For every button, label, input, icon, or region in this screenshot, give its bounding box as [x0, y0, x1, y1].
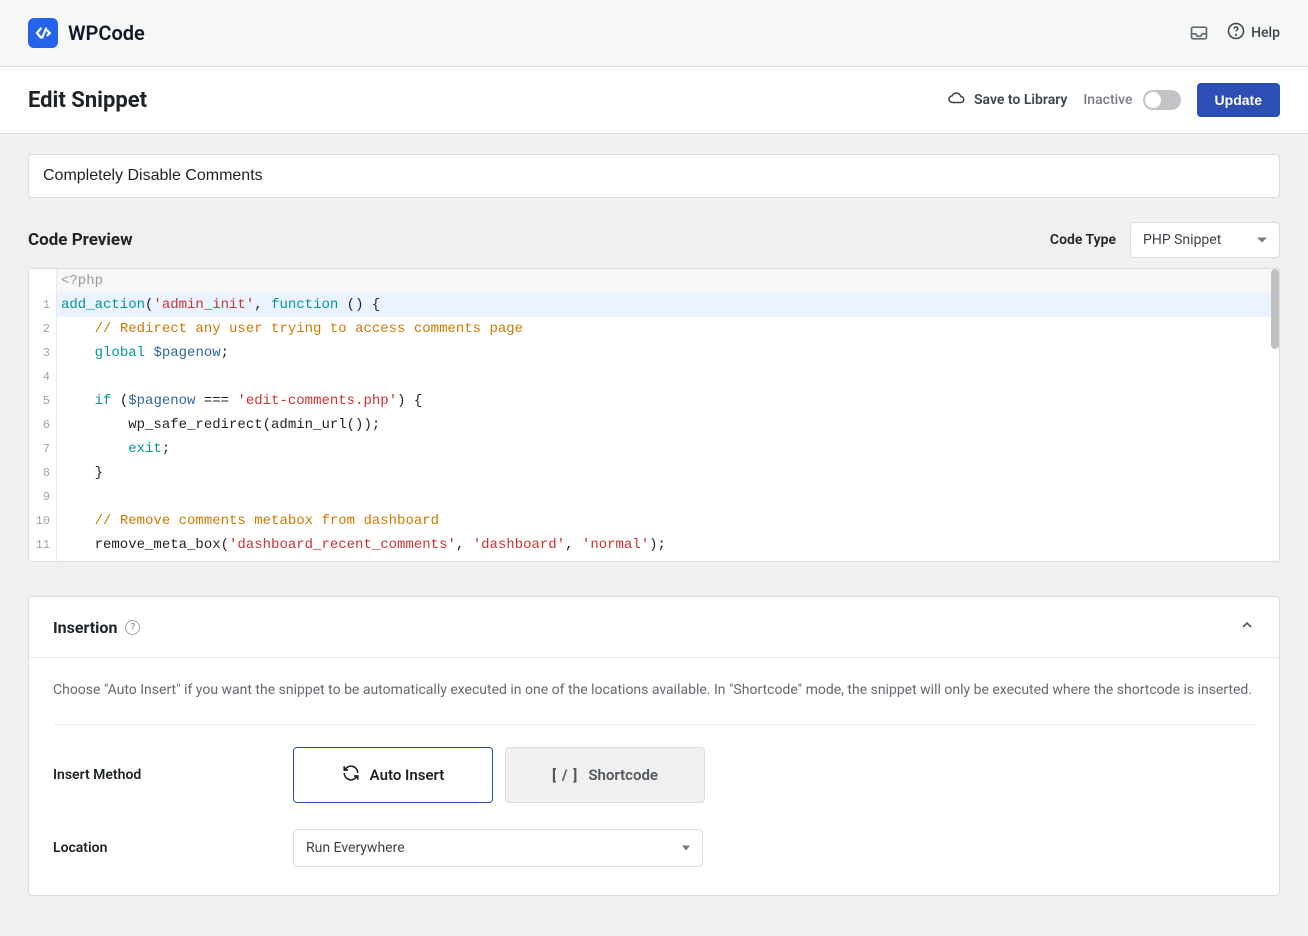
insert-method-options: Auto Insert [ / ] Shortcode: [293, 747, 705, 803]
shortcode-label: Shortcode: [588, 766, 658, 784]
active-toggle[interactable]: [1143, 90, 1181, 110]
code-line[interactable]: global $pagenow;: [57, 341, 1271, 365]
code-preview-label: Code Preview: [28, 230, 133, 250]
location-label: Location: [53, 840, 293, 856]
line-number: 9: [29, 485, 56, 509]
logo[interactable]: WPCode: [28, 18, 145, 48]
cloud-icon: [948, 89, 966, 111]
line-number: 2: [29, 317, 56, 341]
scrollbar-thumb[interactable]: [1271, 269, 1279, 349]
code-line[interactable]: add_action('admin_init', function () {: [57, 293, 1271, 317]
code-line[interactable]: // Redirect any user trying to access co…: [57, 317, 1271, 341]
help-label: Help: [1251, 25, 1280, 41]
line-number: [29, 269, 56, 293]
inbox-icon[interactable]: [1189, 23, 1209, 43]
refresh-icon: [342, 764, 360, 786]
status-toggle-group: Inactive: [1083, 90, 1180, 110]
snippet-title-input[interactable]: [28, 154, 1280, 198]
code-line[interactable]: remove_meta_box('dashboard_recent_commen…: [57, 533, 1271, 557]
shortcode-icon: [ / ]: [552, 766, 578, 784]
code-line[interactable]: wp_safe_redirect(admin_url());: [57, 413, 1271, 437]
auto-insert-button[interactable]: Auto Insert: [293, 747, 493, 803]
insertion-header[interactable]: Insertion ?: [29, 597, 1279, 658]
update-button[interactable]: Update: [1197, 83, 1280, 117]
help-tooltip-icon[interactable]: ?: [125, 620, 140, 635]
help-link[interactable]: Help: [1227, 22, 1280, 44]
divider: [53, 724, 1255, 725]
line-number: 6: [29, 413, 56, 437]
code-type-label: Code Type: [1050, 232, 1116, 248]
sub-actions: Save to Library Inactive Update: [948, 83, 1280, 117]
line-number: 5: [29, 389, 56, 413]
code-type-value: PHP Snippet: [1143, 232, 1221, 248]
insertion-body: Choose "Auto Insert" if you want the sni…: [29, 658, 1279, 895]
code-line[interactable]: }: [57, 461, 1271, 485]
top-header: WPCode Help: [0, 0, 1308, 67]
code-section: Code Preview Code Type PHP Snippet 12345…: [28, 222, 1280, 562]
insert-method-label: Insert Method: [53, 767, 293, 783]
code-line[interactable]: exit;: [57, 437, 1271, 461]
line-number: 4: [29, 365, 56, 389]
shortcode-button[interactable]: [ / ] Shortcode: [505, 747, 705, 803]
code-line[interactable]: [57, 365, 1271, 389]
location-value: Run Everywhere: [306, 840, 405, 856]
insertion-panel: Insertion ? Choose "Auto Insert" if you …: [28, 596, 1280, 896]
code-type-group: Code Type PHP Snippet: [1050, 222, 1280, 258]
code-line[interactable]: [57, 485, 1271, 509]
line-number: 8: [29, 461, 56, 485]
location-row: Location Run Everywhere: [53, 829, 1255, 867]
status-label: Inactive: [1083, 92, 1132, 108]
code-line[interactable]: <?php: [57, 269, 1271, 293]
code-type-select[interactable]: PHP Snippet: [1130, 222, 1280, 258]
line-number: 7: [29, 437, 56, 461]
toggle-knob: [1145, 92, 1161, 108]
insert-method-row: Insert Method Auto Insert [ / ] Shortcod…: [53, 747, 1255, 803]
code-gutter: 1234567891011: [29, 269, 57, 561]
page-title: Edit Snippet: [28, 88, 147, 113]
chevron-up-icon[interactable]: [1239, 617, 1255, 637]
sub-header: Edit Snippet Save to Library Inactive Up…: [0, 67, 1308, 134]
code-header: Code Preview Code Type PHP Snippet: [28, 222, 1280, 258]
insertion-title-wrap: Insertion ?: [53, 618, 140, 637]
save-to-library-label: Save to Library: [974, 92, 1067, 108]
line-number: 11: [29, 533, 56, 557]
line-number: 1: [29, 293, 56, 317]
code-line[interactable]: // Remove comments metabox from dashboar…: [57, 509, 1271, 533]
logo-text: WPCode: [68, 21, 145, 45]
top-right-actions: Help: [1189, 22, 1280, 44]
logo-icon: [28, 18, 58, 48]
code-line[interactable]: if ($pagenow === 'edit-comments.php') {: [57, 389, 1271, 413]
line-number: 10: [29, 509, 56, 533]
line-number: 3: [29, 341, 56, 365]
insertion-description: Choose "Auto Insert" if you want the sni…: [53, 680, 1255, 702]
auto-insert-label: Auto Insert: [370, 766, 445, 784]
code-editor[interactable]: 1234567891011 <?phpadd_action('admin_ini…: [28, 268, 1280, 562]
content: Code Preview Code Type PHP Snippet 12345…: [0, 134, 1308, 936]
save-to-library-button[interactable]: Save to Library: [948, 89, 1067, 111]
location-select[interactable]: Run Everywhere: [293, 829, 703, 867]
insertion-title: Insertion: [53, 618, 117, 637]
help-icon: [1227, 22, 1245, 44]
code-lines: <?phpadd_action('admin_init', function (…: [57, 269, 1271, 561]
